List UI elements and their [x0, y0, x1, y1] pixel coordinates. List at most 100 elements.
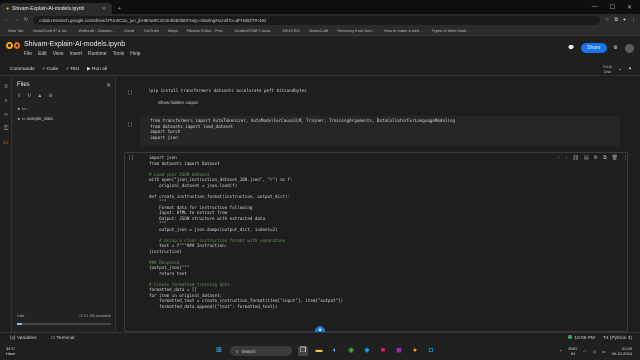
disk-usage: Disk 72.21 GB available — [17, 314, 111, 318]
star-icon[interactable]: ☆ — [605, 17, 609, 23]
menu-item-help[interactable]: Help — [130, 51, 140, 57]
app-icon[interactable]: ■ — [378, 346, 388, 356]
move-down-icon[interactable]: ↓ — [565, 155, 568, 161]
task-view-icon[interactable]: ❐ — [298, 346, 308, 356]
mirror-icon[interactable]: ⧉ — [603, 155, 607, 161]
notebook-title[interactable]: Shivam-Explain-AI-models.ipynb — [24, 41, 125, 48]
refresh-icon[interactable]: ↻ — [27, 93, 31, 99]
maximize-icon[interactable]: ☐ — [610, 4, 615, 11]
app-icon[interactable]: ● — [410, 346, 420, 356]
clock-date: 06-10-2024 — [611, 351, 632, 356]
bookmark-item[interactable]: VisionCraft — [309, 28, 329, 33]
chrome-icon[interactable]: ◉ — [346, 346, 356, 356]
edge-icon[interactable]: ◐ — [330, 346, 340, 356]
run-cell-icon[interactable]: [ ] — [128, 90, 132, 96]
comment-icon[interactable]: 💬 — [568, 45, 574, 51]
file-item-parent[interactable]: ▸ ▭ .. — [18, 106, 30, 112]
close-window-icon[interactable]: ✕ — [627, 4, 632, 11]
reload-icon[interactable]: ↻ — [24, 17, 28, 23]
extensions-icon[interactable]: ⧉ — [614, 17, 618, 23]
ram-disk-indicator[interactable]: RAM Disk — [603, 64, 612, 74]
cell-code[interactable]: from transformers import AutoTokenizer, … — [150, 118, 612, 140]
bookmark-item[interactable]: Gmail — [124, 28, 134, 33]
bookmark-item[interactable]: Pikselo Editor - Prot... — [187, 28, 226, 33]
browser-tab[interactable]: ● Shivam-Explain-AI-models.ipynb ✕ — [0, 3, 112, 14]
hide-icon[interactable]: ⊘ — [48, 93, 52, 99]
menu-item-insert[interactable]: Insert — [69, 51, 82, 57]
bookmark-item[interactable]: DEXCRO — [283, 28, 300, 33]
share-button[interactable]: Share — [581, 43, 607, 53]
bookmark-item[interactable]: Maps — [168, 28, 178, 33]
menu-item-runtime[interactable]: Runtime — [88, 51, 107, 57]
browser-menu-icon[interactable]: ⋮ — [631, 17, 636, 23]
bookmark-item[interactable]: Types of Web Hosti... — [431, 28, 469, 33]
back-icon[interactable]: ← — [4, 17, 9, 23]
variables-button[interactable]: {x} Variables — [10, 336, 37, 341]
comment-icon[interactable]: ▤ — [584, 155, 589, 161]
gemini-icon[interactable]: ✦ — [628, 67, 632, 72]
commands-button[interactable]: Commands — [10, 67, 35, 72]
bookmark-item[interactable]: VisionCraft IP & Int... — [33, 28, 70, 33]
link-icon[interactable]: ⛓ — [572, 155, 578, 161]
menu-item-edit[interactable]: Edit — [38, 51, 47, 57]
upload-icon[interactable]: ⇪ — [17, 93, 21, 99]
avatar[interactable] — [625, 43, 634, 53]
tray-chevron-icon[interactable]: ⌃ — [559, 349, 562, 354]
show-hidden-output-link[interactable]: Show hidden output — [158, 100, 198, 105]
terminal-button[interactable]: ▭ Terminal — [51, 336, 75, 341]
move-up-icon[interactable]: ↑ — [557, 155, 560, 161]
windows-start-icon[interactable]: ⊞ — [214, 346, 224, 356]
folder-icon[interactable]: ▭ — [3, 140, 9, 146]
menu-item-tools[interactable]: Tools — [113, 51, 125, 57]
weather-widget[interactable]: 34°C Haze — [6, 346, 15, 356]
more-icon[interactable]: ⋮ — [623, 155, 628, 161]
add-text-button[interactable]: + Text — [66, 67, 79, 72]
taskbar-search[interactable]: ⌕ Search — [230, 346, 292, 356]
mount-drive-icon[interactable]: ▲ — [37, 93, 42, 99]
delete-icon[interactable]: 🗑 — [612, 155, 618, 161]
new-tab-button[interactable]: + — [112, 3, 127, 14]
volume-icon[interactable]: ◁ — [593, 349, 596, 354]
menu-item-view[interactable]: View — [53, 51, 64, 57]
bookmark-item[interactable]: Recovery from Dea... — [337, 28, 375, 33]
app-icon[interactable]: ◘ — [426, 346, 436, 356]
cell-settings-icon[interactable]: ⚙ — [594, 155, 598, 161]
code-cell-2[interactable]: from transformers import AutoTokenizer, … — [140, 116, 620, 146]
bookmark-item[interactable]: YouTube — [143, 28, 159, 33]
close-tab-icon[interactable]: ✕ — [102, 6, 106, 12]
vscode-icon[interactable]: ◆ — [362, 346, 372, 356]
bookmark-item[interactable]: Wolfcraft - Dashbo... — [78, 28, 114, 33]
bookmark-item[interactable]: DeathAIT/NET Accu... — [235, 28, 274, 33]
toc-icon[interactable]: ≡ — [3, 84, 9, 90]
settings-icon[interactable]: ⚙ — [614, 45, 618, 51]
run-cell-icon[interactable]: [ ] — [129, 155, 133, 161]
language-indicator[interactable]: ENG IN — [569, 346, 578, 356]
runtime-label[interactable]: T4 (Python 3) — [603, 336, 632, 341]
run-all-button[interactable]: ▶ Run all — [87, 67, 107, 72]
app-icon[interactable]: ◼ — [394, 346, 404, 356]
search-icon[interactable]: ⌕ — [3, 98, 9, 104]
run-cell-icon[interactable]: [ ] — [128, 122, 132, 128]
code-icon[interactable]: ‹› — [3, 112, 9, 118]
forward-icon[interactable]: → — [14, 17, 19, 23]
colab-logo[interactable] — [6, 42, 20, 52]
file-item-sample-data[interactable]: ▸ ▭ sample_data — [18, 116, 53, 122]
file-explorer-icon[interactable]: ▬ — [314, 346, 324, 356]
clock[interactable]: 22:09 06-10-2024 — [612, 346, 632, 356]
key-icon[interactable]: ⚿ — [3, 126, 9, 132]
add-code-button[interactable]: + Code — [43, 67, 59, 72]
close-panel-icon[interactable]: ✕ — [106, 82, 111, 89]
expand-icon[interactable]: ⌄ — [618, 67, 622, 72]
bookmark-item[interactable]: New Tab — [8, 28, 24, 33]
wifi-icon[interactable]: ◠ — [583, 349, 587, 354]
menu-item-file[interactable]: File — [24, 51, 32, 57]
minimize-icon[interactable]: — — [592, 4, 598, 11]
code-cell-3[interactable]: [ ] import json from datasets import Data… — [124, 152, 628, 332]
code-cell-1[interactable]: [ ] !pip install transformers datasets a… — [124, 82, 628, 112]
battery-icon[interactable]: ▭ — [602, 349, 606, 354]
bookmark-item[interactable]: How to make a web... — [384, 28, 422, 33]
cell-code[interactable]: import json from datasets import Dataset … — [149, 155, 619, 309]
profile-icon[interactable]: ● — [623, 17, 626, 23]
url-input[interactable]: colab.research.google.com/drive/1PUn0C2x… — [33, 15, 600, 25]
cell-code[interactable]: !pip install transformers datasets accel… — [148, 88, 620, 94]
